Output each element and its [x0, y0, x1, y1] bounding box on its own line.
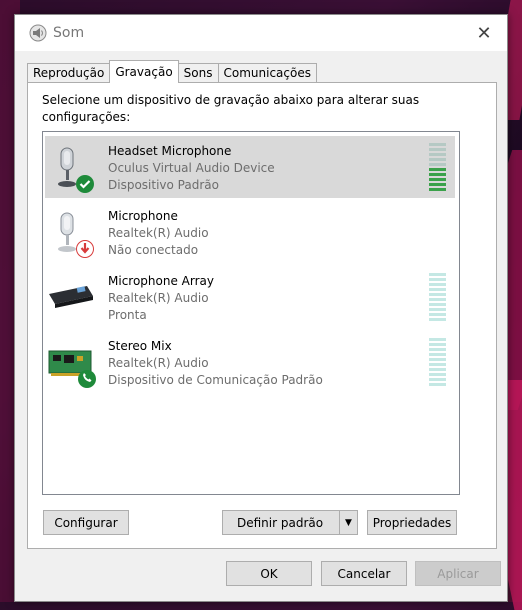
tab-communications[interactable]: Comunicações	[217, 63, 317, 83]
device-name: Microphone Array	[108, 274, 214, 288]
tab-sounds[interactable]: Sons	[177, 63, 219, 83]
microphone-array-icon	[49, 286, 93, 308]
level-meter	[429, 143, 446, 191]
stereo-mix-card-icon	[48, 350, 96, 388]
device-status: Pronta	[108, 308, 147, 322]
device-status: Não conectado	[108, 243, 199, 257]
instructions-text: Selecione um dispositivo de gravação aba…	[42, 93, 420, 124]
close-icon: ✕	[476, 22, 492, 44]
device-list[interactable]: Headset Microphone Oculus Virtual Audio …	[42, 131, 460, 495]
set-default-button[interactable]: Definir padrão ▼	[222, 510, 358, 535]
headset-microphone-icon	[58, 147, 94, 193]
device-driver: Oculus Virtual Audio Device	[108, 161, 275, 175]
apply-button[interactable]: Aplicar	[415, 561, 501, 586]
set-default-label: Definir padrão	[237, 515, 324, 530]
device-status: Dispositivo de Comunicação Padrão	[108, 373, 323, 387]
properties-button[interactable]: Propriedades	[367, 510, 457, 535]
device-name: Headset Microphone	[108, 144, 232, 158]
device-item-headset-microphone[interactable]: Headset Microphone Oculus Virtual Audio …	[45, 136, 455, 198]
device-item-microphone[interactable]: Microphone Realtek(R) Audio Não conectad…	[45, 201, 455, 263]
cancel-button[interactable]: Cancelar	[321, 561, 407, 586]
tab-recording[interactable]: Gravação	[109, 60, 179, 83]
close-button[interactable]: ✕	[461, 15, 507, 51]
tab-bar: Reprodução Gravação Sons Comunicações	[27, 60, 317, 83]
tab-playback[interactable]: Reprodução	[27, 63, 111, 83]
device-status: Dispositivo Padrão	[108, 178, 219, 192]
device-item-microphone-array[interactable]: Microphone Array Realtek(R) Audio Pronta	[45, 266, 455, 328]
ok-button[interactable]: OK	[226, 561, 312, 586]
recording-panel: Selecione um dispositivo de gravação aba…	[27, 82, 497, 549]
level-meter	[429, 273, 446, 321]
window-title: Som	[53, 25, 85, 41]
device-name: Stereo Mix	[108, 339, 172, 353]
level-meter	[429, 338, 446, 386]
device-driver: Realtek(R) Audio	[108, 356, 209, 370]
device-name: Microphone	[108, 209, 178, 223]
configure-button[interactable]: Configurar	[43, 510, 129, 535]
microphone-icon	[58, 212, 94, 258]
device-driver: Realtek(R) Audio	[108, 291, 209, 305]
sound-dialog: Som ✕ Reprodução Gravação Sons Comunicaç…	[14, 14, 508, 602]
device-item-stereo-mix[interactable]: Stereo Mix Realtek(R) Audio Dispositivo …	[45, 331, 455, 393]
dropdown-arrow-icon[interactable]: ▼	[339, 511, 357, 534]
device-driver: Realtek(R) Audio	[108, 226, 209, 240]
title-bar: Som ✕	[15, 15, 507, 51]
speaker-icon	[29, 24, 47, 42]
